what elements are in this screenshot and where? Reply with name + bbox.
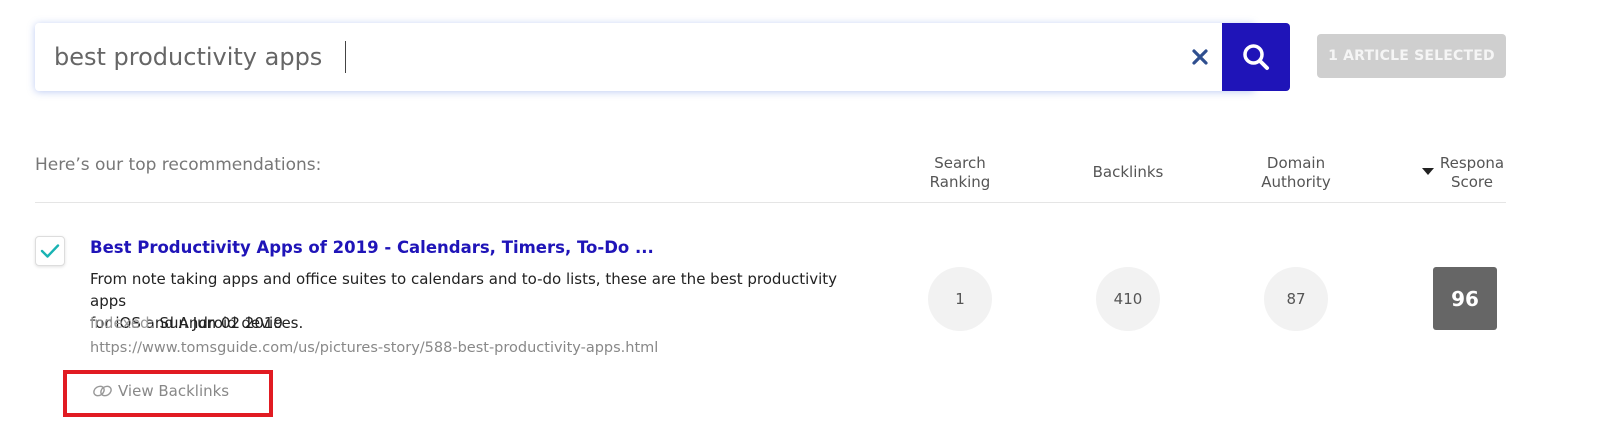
- select-article-checkbox[interactable]: [35, 236, 65, 266]
- column-header-respona-score[interactable]: Respona Score: [1438, 154, 1506, 192]
- column-header-backlinks[interactable]: Backlinks: [1080, 163, 1176, 182]
- clear-search-button[interactable]: [1189, 46, 1211, 68]
- domain-authority-value: 87: [1264, 267, 1328, 331]
- articles-selected-button[interactable]: 1 ARTICLE SELECTED: [1317, 34, 1506, 78]
- search-icon: [1243, 44, 1269, 70]
- close-icon: [1192, 49, 1208, 65]
- search-ranking-value: 1: [928, 267, 992, 331]
- column-header-search-ranking[interactable]: Search Ranking: [920, 154, 1000, 192]
- column-header-label: Domain: [1266, 154, 1326, 172]
- sort-down-icon[interactable]: [1422, 168, 1434, 175]
- column-header-label: Authority: [1261, 173, 1331, 191]
- column-header-label: Ranking: [929, 173, 991, 191]
- search-button[interactable]: [1222, 23, 1290, 91]
- search-bar: [35, 23, 1290, 91]
- column-header-label: Search: [934, 154, 986, 172]
- text-caret: [345, 41, 346, 73]
- checkmark-icon: [40, 244, 60, 258]
- respona-score-badge: 96: [1433, 267, 1497, 330]
- backlinks-value: 410: [1096, 267, 1160, 331]
- link-icon: [93, 385, 112, 397]
- column-header-label: Score: [1450, 173, 1493, 191]
- article-description-line: From note taking apps and office suites …: [90, 270, 838, 310]
- indexed-label: Indexed:: [90, 314, 155, 332]
- column-header-label: Respona: [1439, 154, 1505, 172]
- article-url-link[interactable]: https://www.tomsguide.com/us/pictures-st…: [90, 340, 658, 356]
- indexed-date-value: Sun Jun 02 2019: [159, 314, 283, 332]
- article-title-link[interactable]: Best Productivity Apps of 2019 - Calenda…: [90, 238, 654, 257]
- search-input[interactable]: [35, 23, 1185, 91]
- view-backlinks-label: View Backlinks: [118, 382, 230, 400]
- column-header-domain-authority[interactable]: Domain Authority: [1256, 154, 1336, 192]
- indexed-date: Indexed: Sun Jun 02 2019: [90, 314, 283, 332]
- recommendations-label: Here’s our top recommendations:: [35, 155, 322, 175]
- header-divider: [35, 202, 1506, 203]
- view-backlinks-link[interactable]: View Backlinks: [92, 382, 229, 400]
